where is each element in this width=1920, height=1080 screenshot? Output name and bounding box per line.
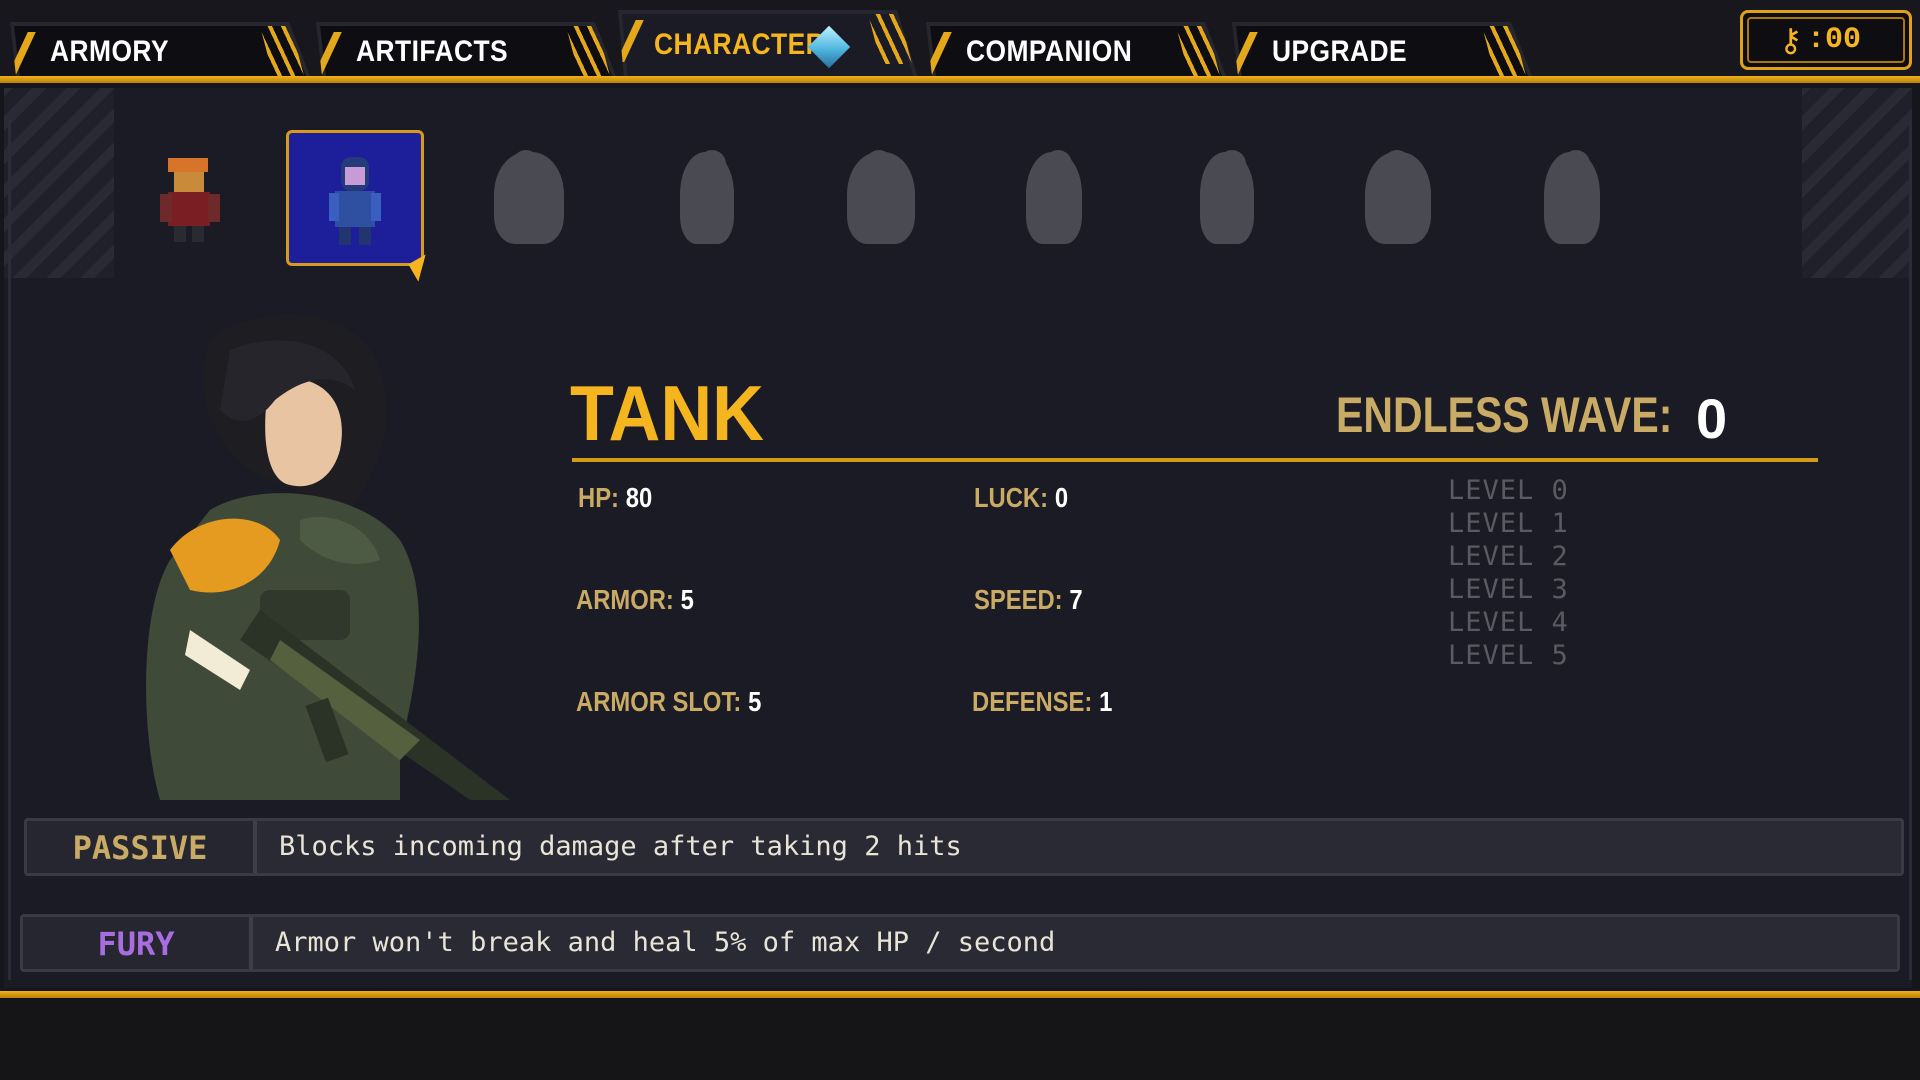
stat-defense: DEFENSE: 1 — [972, 686, 1112, 718]
character-slot-soldier[interactable] — [124, 130, 254, 260]
stat-hp: HP: 80 — [578, 482, 652, 514]
tab-upgrade-label: UPGRADE — [1272, 35, 1408, 68]
level-item: LEVEL 4 — [1448, 607, 1569, 638]
endless-wave-label: ENDLESS WAVE: — [1336, 387, 1673, 443]
stat-label: LUCK: — [974, 482, 1049, 513]
level-list: LEVEL 0 LEVEL 1 LEVEL 2 LEVEL 3 LEVEL 4 … — [1448, 474, 1569, 672]
tab-armory[interactable]: ARMORY — [10, 22, 310, 76]
stat-armor: ARMOR: 5 — [576, 584, 694, 616]
tab-companion[interactable]: COMPANION — [926, 22, 1226, 76]
stat-luck: LUCK: 0 — [974, 482, 1068, 514]
stat-speed: SPEED: 7 — [974, 584, 1083, 616]
stat-value: 0 — [1054, 482, 1069, 513]
top-nav: ARMORY ARTIFACTS CHARACTER COMPANION UPG… — [0, 0, 1920, 84]
key-icon: ⚷ — [1779, 22, 1803, 58]
locked-silhouette-icon — [1200, 150, 1254, 244]
character-slot-locked[interactable] — [812, 130, 942, 260]
stat-value: 1 — [1099, 686, 1113, 717]
stat-value: 5 — [748, 686, 762, 717]
character-slot-locked[interactable] — [640, 130, 770, 260]
tank-sprite-icon — [329, 157, 381, 245]
stat-armor-slot: ARMOR SLOT: 5 — [576, 686, 761, 718]
fury-label: FURY — [97, 925, 175, 963]
soldier-sprite-icon — [160, 158, 220, 242]
stat-value: 7 — [1069, 584, 1083, 615]
tab-upgrade[interactable]: UPGRADE — [1232, 22, 1532, 76]
tab-artifacts-label: ARTIFACTS — [356, 35, 509, 68]
character-slot-locked[interactable] — [462, 130, 592, 260]
character-name: TANK — [570, 369, 764, 457]
character-slot-locked[interactable] — [1504, 130, 1634, 260]
stat-value: 80 — [625, 482, 653, 513]
key-count: :00 — [1807, 23, 1862, 57]
endless-wave-value: 0 — [1696, 387, 1728, 450]
stat-label: SPEED: — [974, 584, 1063, 615]
character-slot-tank[interactable] — [286, 130, 424, 266]
stat-label: ARMOR SLOT: — [576, 686, 742, 717]
character-slot-locked[interactable] — [986, 130, 1116, 260]
fury-description: Armor won't break and heal 5% of max HP … — [275, 927, 1056, 958]
tab-armory-label: ARMORY — [50, 35, 169, 68]
stat-value: 5 — [680, 584, 694, 615]
stat-label: ARMOR: — [576, 584, 674, 615]
ability-tag: FURY — [23, 917, 253, 969]
level-item: LEVEL 5 — [1448, 640, 1569, 671]
level-item: LEVEL 1 — [1448, 508, 1569, 539]
stat-label: DEFENSE: — [972, 686, 1093, 717]
locked-silhouette-icon — [847, 150, 915, 244]
bottom-divider — [0, 991, 1920, 998]
character-slot-locked[interactable] — [1160, 130, 1290, 260]
locked-silhouette-icon — [1544, 150, 1600, 244]
passive-label: PASSIVE — [72, 829, 208, 867]
stats-divider — [572, 458, 1818, 462]
locked-silhouette-icon — [1365, 150, 1431, 244]
ability-tag: PASSIVE — [27, 821, 257, 873]
character-slot-locked[interactable] — [1330, 130, 1460, 260]
level-item: LEVEL 2 — [1448, 541, 1569, 572]
stat-label: HP: — [578, 482, 619, 513]
tab-character[interactable]: CHARACTER — [618, 10, 918, 78]
character-portrait — [146, 314, 510, 800]
level-item: LEVEL 3 — [1448, 574, 1569, 605]
passive-description: Blocks incoming damage after taking 2 hi… — [279, 831, 962, 862]
footer — [0, 998, 1920, 1080]
ability-fury: FURY Armor won't break and heal 5% of ma… — [20, 914, 1900, 972]
locked-silhouette-icon — [1026, 150, 1082, 244]
ability-passive: PASSIVE Blocks incoming damage after tak… — [24, 818, 1904, 876]
top-divider — [0, 76, 1920, 83]
locked-silhouette-icon — [494, 150, 564, 244]
tab-character-label: CHARACTER — [654, 28, 826, 61]
tab-companion-label: COMPANION — [966, 35, 1133, 68]
level-item: LEVEL 0 — [1448, 475, 1569, 506]
tab-artifacts[interactable]: ARTIFACTS — [316, 22, 616, 76]
key-counter: ⚷ :00 — [1740, 10, 1912, 70]
locked-silhouette-icon — [680, 150, 734, 244]
